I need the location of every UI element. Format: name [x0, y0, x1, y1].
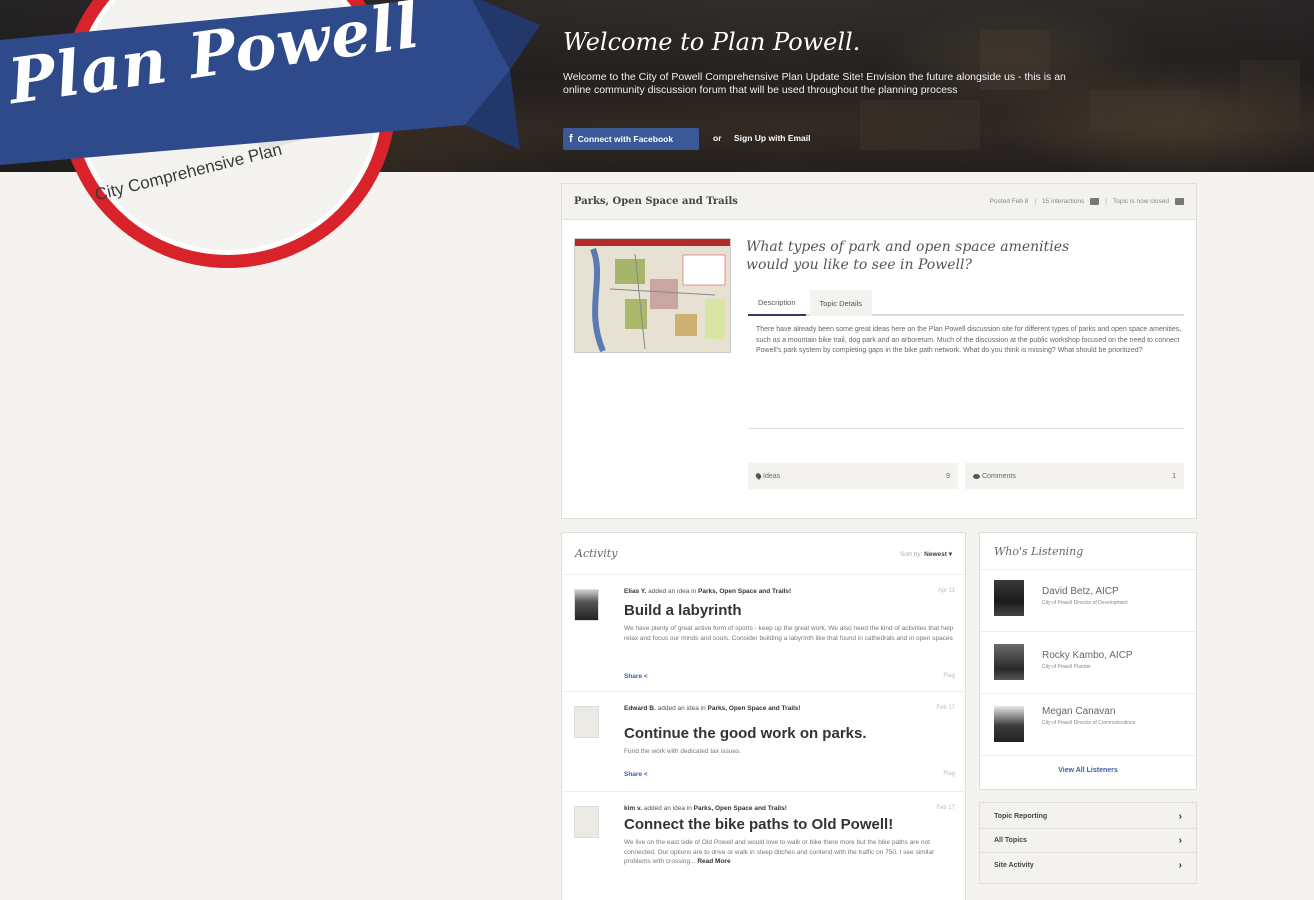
listener-item: David Betz, AICP City of Powell Director… — [980, 570, 1196, 632]
comment-icon — [973, 473, 980, 479]
listening-title: Who's Listening — [994, 545, 1084, 558]
activity-idea-body: We live on the east side of Old Powell a… — [624, 839, 935, 865]
activity-author[interactable]: kim v. — [624, 805, 642, 812]
listener-name: Megan Canavan — [1042, 706, 1116, 717]
view-all-listeners-link[interactable]: View All Listeners — [980, 767, 1196, 774]
map-graphic — [575, 239, 730, 352]
listener-name: Rocky Kambo, AICP — [1042, 650, 1133, 661]
hero-banner: Welcome to Plan Powell. Welcome to the C… — [0, 0, 1314, 172]
activity-byline: kim v. added an idea in Parks, Open Spac… — [624, 805, 787, 812]
share-icon: < — [643, 771, 648, 778]
activity-idea-body: We have plenty of great active form of s… — [624, 625, 954, 642]
interactions-icon — [1090, 198, 1100, 205]
or-text: or — [713, 133, 722, 143]
comments-stat[interactable]: Comments 1 — [965, 463, 1184, 489]
sort-dropdown[interactable]: Sort by: Newest ▾ — [900, 550, 952, 558]
activity-date: Feb 17 — [936, 705, 955, 711]
ideas-count: 9 — [946, 472, 950, 480]
listener-role: City of Powell Planner — [1042, 664, 1091, 670]
chevron-right-icon: › — [1178, 811, 1182, 822]
activity-header: Activity Sort by: Newest ▾ — [562, 533, 965, 575]
topic-map-image[interactable] — [574, 238, 731, 353]
flag-link[interactable]: Flag — [943, 673, 955, 679]
listener-item: Megan Canavan City of Powell Director of… — [980, 694, 1196, 756]
ideas-stat[interactable]: Ideas 9 — [748, 463, 958, 489]
activity-idea-title[interactable]: Build a labyrinth — [624, 602, 742, 619]
avatar[interactable] — [574, 806, 599, 838]
hero-subtitle: Welcome to the City of Powell Comprehens… — [563, 71, 1066, 96]
flag-link[interactable]: Flag — [943, 771, 955, 777]
facebook-button-label: Connect with Facebook — [577, 134, 674, 144]
activity-idea-body: Fund the work with dedicated tax issues. — [624, 748, 742, 755]
tab-topic-details[interactable]: Topic Details — [809, 290, 873, 316]
topic-tabs: Description Topic Details — [748, 290, 1184, 316]
activity-date: Apr 11 — [937, 588, 955, 594]
activity-card: Activity Sort by: Newest ▾ Elias Y. adde… — [561, 532, 967, 900]
topic-card: Parks, Open Space and Trails Posted Feb … — [561, 183, 1197, 519]
calendar-icon — [1175, 198, 1184, 205]
activity-author[interactable]: Edward B. — [624, 705, 656, 712]
activity-topic-link[interactable]: Parks, Open Space and Trails! — [694, 805, 787, 812]
listener-name: David Betz, AICP — [1042, 586, 1119, 597]
topic-description: There have already been some great ideas… — [756, 326, 1182, 354]
avatar — [994, 706, 1024, 742]
comments-count: 1 — [1172, 472, 1176, 480]
topic-posted-date: Posted Feb 8 — [989, 198, 1029, 205]
whos-listening-card: Who's Listening David Betz, AICP City of… — [979, 532, 1197, 790]
divider — [748, 428, 1184, 429]
listener-item: Rocky Kambo, AICP City of Powell Planner — [980, 632, 1196, 694]
chevron-right-icon: › — [1178, 835, 1182, 846]
listener-role: City of Powell Director of Communication… — [1042, 720, 1136, 726]
activity-idea-title[interactable]: Continue the good work on parks. — [624, 725, 867, 742]
activity-byline: Elias Y. added an idea in Parks, Open Sp… — [624, 588, 792, 595]
topic-header-title[interactable]: Parks, Open Space and Trails — [574, 196, 738, 207]
share-icon: < — [643, 673, 648, 680]
topic-question: What types of park and open space amenit… — [746, 239, 1070, 273]
link-site-activity[interactable]: Site Activity › — [980, 853, 1196, 877]
tab-description[interactable]: Description — [748, 290, 806, 316]
activity-item: Elias Y. added an idea in Parks, Open Sp… — [562, 575, 967, 692]
sort-label: Sort by: — [899, 550, 923, 558]
read-more-link[interactable]: Read More — [697, 858, 730, 865]
listener-role: City of Powell Director of Development — [1042, 600, 1128, 606]
activity-author[interactable]: Elias Y. — [624, 588, 646, 595]
avatar — [994, 644, 1024, 680]
sort-value: Newest ▾ — [924, 550, 952, 558]
connect-facebook-button[interactable]: f Connect with Facebook — [563, 128, 699, 150]
avatar[interactable] — [574, 589, 599, 621]
topic-interactions: 15 interactions — [1042, 198, 1085, 205]
activity-topic-link[interactable]: Parks, Open Space and Trails! — [708, 705, 801, 712]
link-topic-reporting[interactable]: Topic Reporting › — [980, 805, 1196, 829]
pin-icon — [754, 472, 763, 480]
activity-idea-title[interactable]: Connect the bike paths to Old Powell! — [624, 816, 893, 833]
avatar[interactable] — [574, 706, 599, 738]
activity-item: Edward B. added an idea in Parks, Open S… — [562, 692, 967, 792]
share-button[interactable]: Share < — [624, 771, 648, 778]
activity-title: Activity — [575, 547, 618, 560]
chevron-right-icon: › — [1178, 859, 1182, 871]
facebook-icon: f — [569, 133, 573, 145]
topic-meta: Posted Feb 8 | 15 interactions | Topic i… — [990, 198, 1184, 205]
signup-email-link[interactable]: Sign Up with Email — [734, 133, 811, 143]
activity-byline: Edward B. added an idea in Parks, Open S… — [624, 705, 801, 712]
activity-topic-link[interactable]: Parks, Open Space and Trails! — [698, 588, 791, 595]
avatar — [994, 580, 1024, 616]
ideas-label: Ideas — [763, 472, 781, 480]
topic-status: Topic is now closed — [1113, 198, 1169, 205]
comments-label: Comments — [982, 472, 1016, 480]
activity-item: kim v. added an idea in Parks, Open Spac… — [562, 792, 967, 900]
share-button[interactable]: Share < — [624, 673, 648, 680]
activity-date: Feb 17 — [936, 805, 955, 811]
hero-title: Welcome to Plan Powell. — [563, 28, 861, 56]
side-links-card: Topic Reporting › All Topics › Site Acti… — [979, 802, 1197, 884]
link-all-topics[interactable]: All Topics › — [980, 829, 1196, 853]
topic-header: Parks, Open Space and Trails Posted Feb … — [562, 184, 1196, 220]
